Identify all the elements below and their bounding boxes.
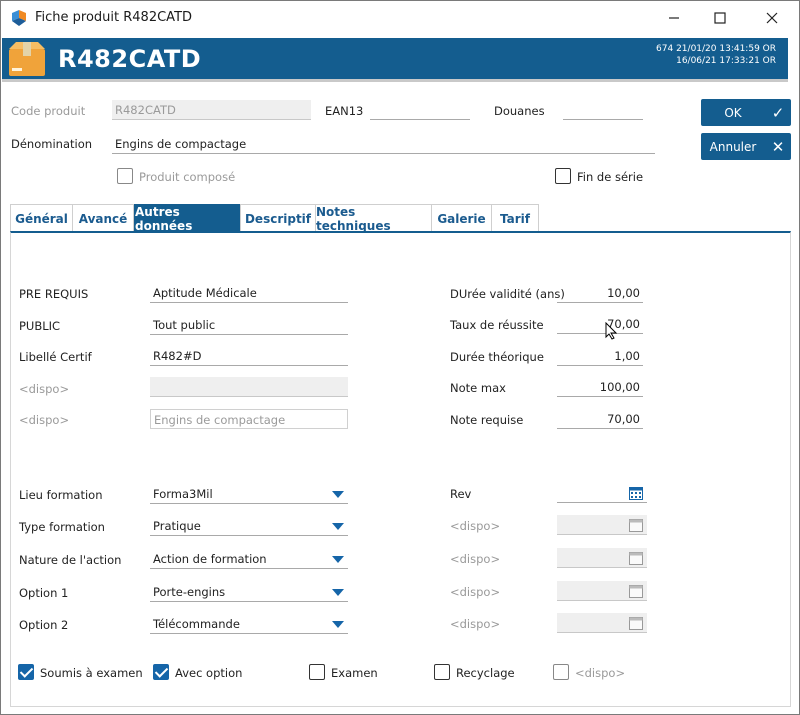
recyclage-checkbox[interactable]: [434, 664, 450, 680]
public-input[interactable]: Tout public: [150, 315, 348, 335]
autres-donnees-panel: [10, 231, 791, 707]
libelle-certif-input[interactable]: R482#D: [150, 346, 348, 366]
ean13-input[interactable]: [370, 100, 470, 120]
dispo-date-label-2: <dispo>: [450, 552, 501, 566]
type-formation-label: Type formation: [19, 520, 105, 534]
chevron-down-icon[interactable]: [332, 491, 344, 498]
duree-validite-label: DUrée validité (ans): [450, 287, 565, 301]
mouse-cursor-icon: [605, 322, 617, 340]
denomination-label: Dénomination: [11, 137, 93, 151]
product-window: Fiche produit R482CATD R482CATD 674 21/0…: [0, 0, 800, 715]
calendar-icon[interactable]: [629, 486, 643, 500]
chevron-down-icon[interactable]: [332, 589, 344, 596]
modification-info: 16/06/21 17:33:21 OR: [676, 56, 776, 66]
title-bar[interactable]: Fiche produit R482CATD: [1, 1, 799, 35]
tab-tarif[interactable]: Tarif: [491, 204, 539, 232]
calendar-icon: [629, 519, 643, 532]
public-label: PUBLIC: [19, 319, 61, 333]
tab-general[interactable]: Général: [10, 204, 73, 232]
douanes-label: Douanes: [494, 104, 545, 118]
pre-requis-label: PRE REQUIS: [19, 287, 89, 301]
type-formation-combo[interactable]: Pratique: [150, 516, 348, 536]
examen-label: Examen: [331, 666, 378, 680]
ean13-label: EAN13: [325, 104, 364, 118]
duree-validite-input[interactable]: 10,00: [557, 283, 643, 303]
dispo-field-2[interactable]: Engins de compactage: [150, 409, 348, 429]
calendar-icon: [629, 617, 643, 630]
calendar-icon: [629, 585, 643, 598]
tab-notes-techniques[interactable]: Notes techniques: [315, 204, 432, 233]
checkmark-icon: ✓: [771, 103, 785, 122]
dispo-date-label-1: <dispo>: [450, 519, 501, 533]
app-logo-icon: [12, 10, 26, 26]
option1-combo[interactable]: Porte-engins: [150, 582, 348, 602]
denomination-input[interactable]: Engins de compactage: [112, 134, 655, 154]
douanes-input[interactable]: [563, 100, 643, 120]
produit-compose-checkbox[interactable]: [117, 168, 133, 184]
dispo-field-1: [150, 377, 348, 397]
duree-theorique-input[interactable]: 1,00: [557, 346, 643, 366]
option2-combo[interactable]: Télécommande: [150, 614, 348, 634]
minimize-icon: [669, 17, 679, 19]
code-produit-field: R482CATD: [112, 100, 311, 120]
produit-compose-label: Produit composé: [139, 170, 236, 184]
close-x-icon: ✕: [771, 137, 785, 156]
dispo-checkbox[interactable]: [553, 664, 569, 680]
window-title: Fiche produit R482CATD: [35, 10, 193, 25]
fin-serie-checkbox[interactable]: [555, 168, 571, 184]
libelle-certif-label: Libellé Certif: [19, 350, 92, 364]
avec-option-label: Avec option: [175, 666, 243, 680]
duree-theorique-label: Durée théorique: [450, 350, 544, 364]
dispo-checkbox-label: <dispo>: [575, 666, 626, 680]
fin-serie-label: Fin de série: [577, 170, 644, 184]
close-icon: [766, 12, 778, 24]
maximize-icon: [714, 12, 726, 24]
tab-avance[interactable]: Avancé: [72, 204, 134, 232]
chevron-down-icon[interactable]: [332, 523, 344, 530]
chevron-down-icon[interactable]: [332, 621, 344, 628]
lieu-formation-combo[interactable]: Forma3Mil: [150, 484, 348, 504]
product-code-title: R482CATD: [58, 45, 202, 73]
recyclage-label: Recyclage: [456, 666, 515, 680]
product-banner: R482CATD 674 21/01/20 13:41:59 OR 16/06/…: [2, 38, 788, 82]
cancel-button[interactable]: Annuler ✕: [701, 133, 791, 160]
option2-label: Option 2: [19, 618, 69, 632]
tab-descriptif[interactable]: Descriptif: [240, 204, 316, 232]
soumis-examen-checkbox[interactable]: [18, 664, 34, 680]
note-max-label: Note max: [450, 381, 506, 395]
code-produit-label: Code produit: [11, 104, 86, 118]
note-max-input[interactable]: 100,00: [557, 377, 643, 397]
examen-checkbox[interactable]: [309, 664, 325, 680]
calendar-icon: [629, 552, 643, 565]
maximize-button[interactable]: [697, 1, 743, 35]
option1-label: Option 1: [19, 586, 69, 600]
package-box-icon: [9, 42, 45, 76]
pre-requis-input[interactable]: Aptitude Médicale: [150, 283, 348, 303]
minimize-button[interactable]: [651, 1, 697, 35]
rev-label: Rev: [450, 487, 472, 501]
tab-autres-donnees[interactable]: Autres données: [134, 204, 240, 233]
cancel-button-label: Annuler: [709, 139, 757, 154]
note-requise-label: Note requise: [450, 413, 524, 427]
lieu-formation-label: Lieu formation: [19, 488, 103, 502]
ok-button-label: OK: [724, 105, 742, 120]
close-button[interactable]: [749, 1, 795, 35]
taux-reussite-label: Taux de réussite: [450, 318, 544, 332]
dispo-label-2: <dispo>: [19, 413, 70, 427]
dispo-date-label-3: <dispo>: [450, 585, 501, 599]
nature-action-label: Nature de l'action: [19, 553, 122, 567]
soumis-examen-label: Soumis à examen: [40, 666, 143, 680]
nature-action-combo[interactable]: Action de formation: [150, 549, 348, 569]
tab-galerie[interactable]: Galerie: [431, 204, 492, 232]
note-requise-input[interactable]: 70,00: [557, 409, 643, 429]
dispo-date-label-4: <dispo>: [450, 617, 501, 631]
dispo-label-1: <dispo>: [19, 382, 70, 396]
taux-reussite-input[interactable]: 70,00: [557, 314, 643, 334]
chevron-down-icon[interactable]: [332, 556, 344, 563]
creation-info: 674 21/01/20 13:41:59 OR: [656, 44, 776, 54]
ok-button[interactable]: OK ✓: [701, 99, 791, 126]
avec-option-checkbox[interactable]: [153, 664, 169, 680]
